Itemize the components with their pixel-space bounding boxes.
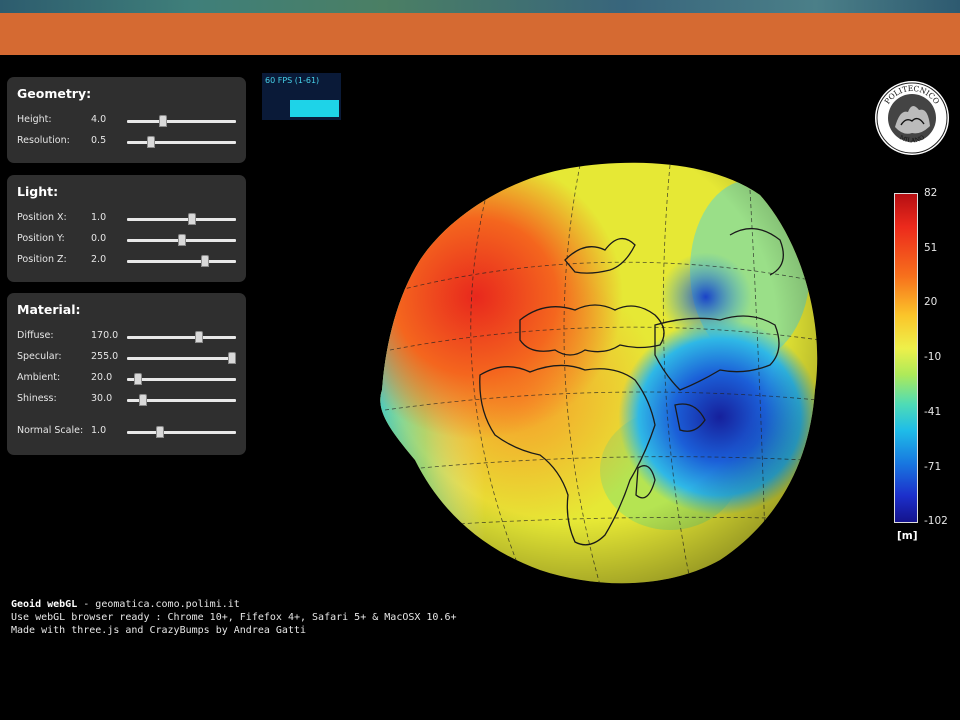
specular-label: Specular: bbox=[17, 351, 62, 362]
resolution-label: Resolution: bbox=[17, 135, 70, 146]
position-x-value: 1.0 bbox=[91, 212, 107, 223]
diffuse-value: 170.0 bbox=[91, 330, 119, 341]
site-url[interactable]: - geomatica.como.polimi.it bbox=[77, 599, 240, 610]
position-x-slider[interactable] bbox=[127, 213, 236, 225]
colorbar-tick: -10 bbox=[924, 351, 942, 363]
ambient-row: Ambient: 20.0 bbox=[7, 372, 246, 386]
shiness-value: 30.0 bbox=[91, 393, 113, 404]
specular-row: Specular: 255.0 bbox=[7, 351, 246, 365]
shiness-row: Shiness: 30.0 bbox=[7, 393, 246, 407]
position-y-value: 0.0 bbox=[91, 233, 107, 244]
resolution-slider-thumb[interactable] bbox=[146, 136, 155, 148]
specular-value: 255.0 bbox=[91, 351, 119, 362]
footer-line-1: Geoid webGL - geomatica.como.polimi.it bbox=[11, 598, 457, 611]
position-x-label: Position X: bbox=[17, 212, 67, 223]
height-slider[interactable] bbox=[127, 115, 236, 127]
ambient-label: Ambient: bbox=[17, 372, 61, 383]
specular-slider[interactable] bbox=[127, 352, 236, 364]
specular-slider-thumb[interactable] bbox=[227, 352, 236, 364]
normal-scale-slider[interactable] bbox=[127, 426, 236, 438]
diffuse-slider[interactable] bbox=[127, 331, 236, 343]
height-slider-thumb[interactable] bbox=[158, 115, 167, 127]
shiness-slider[interactable] bbox=[127, 394, 236, 406]
fps-graph bbox=[290, 100, 339, 117]
colorbar-tick: 51 bbox=[924, 242, 938, 254]
diffuse-label: Diffuse: bbox=[17, 330, 54, 341]
position-x-row: Position X: 1.0 bbox=[7, 212, 246, 226]
diffuse-row: Diffuse: 170.0 bbox=[7, 330, 246, 344]
footer-line-3: Made with three.js and CrazyBumps by And… bbox=[11, 625, 307, 636]
height-row: Height: 4.0 bbox=[7, 114, 246, 128]
normal-scale-label: Normal Scale: bbox=[17, 425, 84, 436]
politecnico-seal-logo: POLITECNICO MILANO bbox=[875, 81, 949, 155]
geometry-title: Geometry: bbox=[17, 86, 92, 101]
light-title: Light: bbox=[17, 184, 59, 199]
resolution-value: 0.5 bbox=[91, 135, 107, 146]
ambient-slider-thumb[interactable] bbox=[133, 373, 142, 385]
footer-credits: Geoid webGL - geomatica.como.polimi.it U… bbox=[11, 598, 457, 637]
shiness-slider-thumb[interactable] bbox=[139, 394, 148, 406]
colorbar-tick: -71 bbox=[924, 461, 942, 473]
app-name: Geoid webGL bbox=[11, 599, 78, 610]
colorbar-tick: -102 bbox=[924, 515, 948, 527]
position-y-slider-thumb[interactable] bbox=[177, 234, 186, 246]
resolution-slider[interactable] bbox=[127, 136, 236, 148]
position-x-slider-thumb[interactable] bbox=[188, 213, 197, 225]
geoid-globe-viewport[interactable] bbox=[370, 150, 830, 595]
fps-meter: 60 FPS (1-61) bbox=[262, 73, 341, 120]
material-title: Material: bbox=[17, 302, 81, 317]
colorbar-unit: [m] bbox=[897, 530, 918, 542]
shiness-label: Shiness: bbox=[17, 393, 57, 404]
top-decorative-strip bbox=[0, 0, 960, 13]
height-label: Height: bbox=[17, 114, 52, 125]
position-y-label: Position Y: bbox=[17, 233, 65, 244]
geometry-panel: Geometry: Height: 4.0 Resolution: 0.5 bbox=[7, 77, 246, 163]
position-z-row: Position Z: 2.0 bbox=[7, 254, 246, 268]
light-panel: Light: Position X: 1.0 Position Y: 0.0 P… bbox=[7, 175, 246, 282]
diffuse-slider-thumb[interactable] bbox=[194, 331, 203, 343]
header-band bbox=[0, 13, 960, 55]
normal-scale-row: Normal Scale: 1.0 bbox=[7, 425, 246, 439]
fps-text: 60 FPS (1-61) bbox=[265, 76, 320, 85]
position-z-label: Position Z: bbox=[17, 254, 67, 265]
height-value: 4.0 bbox=[91, 114, 107, 125]
position-z-slider-thumb[interactable] bbox=[201, 255, 210, 267]
normal-scale-value: 1.0 bbox=[91, 425, 107, 436]
position-y-row: Position Y: 0.0 bbox=[7, 233, 246, 247]
position-z-slider[interactable] bbox=[127, 255, 236, 267]
colorbar-tick: -41 bbox=[924, 406, 942, 418]
normal-scale-slider-thumb[interactable] bbox=[155, 426, 164, 438]
colorbar-gradient bbox=[894, 193, 918, 523]
position-z-value: 2.0 bbox=[91, 254, 107, 265]
colorbar-tick: 82 bbox=[924, 187, 938, 199]
position-y-slider[interactable] bbox=[127, 234, 236, 246]
colorbar-tick: 20 bbox=[924, 296, 938, 308]
ambient-value: 20.0 bbox=[91, 372, 113, 383]
footer-line-2: Use webGL browser ready : Chrome 10+, Fi… bbox=[11, 612, 457, 623]
material-panel: Material: Diffuse: 170.0 Specular: 255.0… bbox=[7, 293, 246, 455]
resolution-row: Resolution: 0.5 bbox=[7, 135, 246, 149]
ambient-slider[interactable] bbox=[127, 373, 236, 385]
